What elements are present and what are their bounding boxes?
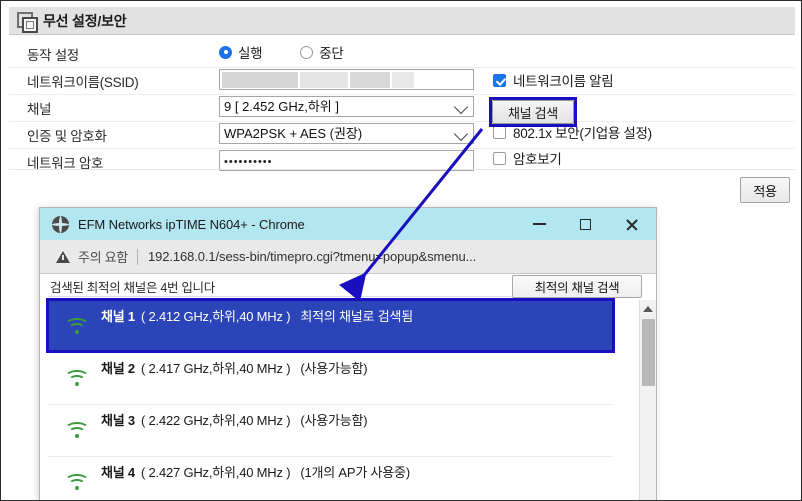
security-warning-text: 주의 요함 xyxy=(78,250,128,265)
channel-list-item[interactable]: 채널 2 ( 2.417 GHz,하위,40 MHz ) (사용가능함) xyxy=(48,353,613,405)
radio-stop[interactable] xyxy=(300,45,314,59)
checkbox-row-ssid-broadcast[interactable]: 네트워크이름 알림 xyxy=(493,67,793,93)
password-field-wrap: •••••••••• xyxy=(219,150,474,171)
label-encryption: 인증 및 암호화 xyxy=(27,129,107,144)
panel-header: 무선 설정/보안 xyxy=(9,7,795,35)
page-title: 무선 설정/보안 xyxy=(43,12,127,29)
checkbox-ssid-broadcast-label: 네트워크이름 알림 xyxy=(513,74,614,89)
window-controls xyxy=(516,208,654,240)
channel-status: (1개의 AP가 사용중) xyxy=(300,465,410,480)
password-input[interactable]: •••••••••• xyxy=(219,150,474,171)
label-channel: 채널 xyxy=(27,102,52,117)
channel-list-item[interactable]: 채널 3 ( 2.422 GHz,하위,40 MHz ) (사용가능함) xyxy=(48,405,613,457)
close-button[interactable] xyxy=(608,208,654,240)
chrome-popup-window: EFM Networks ipTIME N604+ - Chrome 주의 요함… xyxy=(39,207,657,500)
encryption-select-value: WPA2PSK + AES (권장) xyxy=(224,126,363,141)
channel-freq: ( 2.417 GHz,하위,40 MHz ) xyxy=(140,361,291,376)
channel-select-value: 9 [ 2.452 GHz,하위 ] xyxy=(224,99,339,114)
channel-name: 채널 2 xyxy=(101,361,135,376)
radio-run[interactable] xyxy=(219,45,232,59)
channel-select[interactable]: 9 [ 2.452 GHz,하위 ] xyxy=(219,96,474,117)
apply-button[interactable]: 적용 xyxy=(740,177,790,203)
ssid-input[interactable] xyxy=(219,69,474,90)
form-divider xyxy=(9,169,795,170)
radio-stop-label: 중단 xyxy=(319,46,344,61)
wifi-icon xyxy=(64,474,90,494)
chrome-titlebar: EFM Networks ipTIME N604+ - Chrome xyxy=(40,208,656,240)
omnibox-separator xyxy=(136,248,138,265)
maximize-button[interactable] xyxy=(562,208,608,240)
wifi-icon xyxy=(64,370,90,390)
checkbox-row-show-password[interactable]: 암호보기 xyxy=(493,145,793,171)
address-bar-url: 192.168.0.1/sess-bin/timepro.cgi?tmenu=p… xyxy=(147,249,477,264)
wifi-icon xyxy=(64,318,90,338)
chevron-down-icon xyxy=(453,126,469,142)
minimize-button[interactable] xyxy=(516,208,562,240)
checkbox-show-password[interactable] xyxy=(493,151,506,165)
operation-radio-group: 실행 중단 xyxy=(219,42,382,62)
chevron-down-icon xyxy=(453,99,469,115)
chrome-window-title: EFM Networks ipTIME N604+ - Chrome xyxy=(78,216,305,232)
checkbox-8021x[interactable] xyxy=(493,125,506,139)
popup-content: 검색된 최적의 채널은 4번 입니다 최적의 채널 검색 채널 1 ( 2.412… xyxy=(40,274,656,500)
channel-list-item[interactable]: 채널 4 ( 2.427 GHz,하위,40 MHz ) (1개의 AP가 사용중) xyxy=(48,457,613,500)
label-ssid: 네트워크이름(SSID) xyxy=(27,75,139,90)
scan-result-note: 검색된 최적의 채널은 4번 입니다 xyxy=(50,281,215,295)
channel-freq: ( 2.427 GHz,하위,40 MHz ) xyxy=(140,465,291,480)
channel-freq: ( 2.422 GHz,하위,40 MHz ) xyxy=(140,413,291,428)
scroll-up-icon[interactable] xyxy=(640,300,656,317)
chrome-omnibox[interactable]: 주의 요함 192.168.0.1/sess-bin/timepro.cgi?t… xyxy=(40,240,656,274)
password-value: •••••••••• xyxy=(224,156,273,168)
globe-icon xyxy=(52,215,69,233)
scrollbar-thumb[interactable] xyxy=(642,319,655,386)
checkbox-show-password-label: 암호보기 xyxy=(513,152,562,167)
encryption-select[interactable]: WPA2PSK + AES (권장) xyxy=(219,123,474,144)
ssid-field-wrap xyxy=(219,69,474,90)
channel-freq: ( 2.412 GHz,하위,40 MHz ) xyxy=(140,309,291,324)
channel-status: (사용가능함) xyxy=(300,413,368,428)
window-copy-icon xyxy=(17,11,38,33)
best-channel-search-button[interactable]: 최적의 채널 검색 xyxy=(512,275,642,298)
channel-status: 최적의 채널로 검색됨 xyxy=(300,309,413,324)
channel-name: 채널 4 xyxy=(101,465,135,480)
label-operation: 동작 설정 xyxy=(27,48,79,63)
channel-name: 채널 3 xyxy=(101,413,135,428)
screenshot-root: 무선 설정/보안 동작 설정 실행 중단 네트워크이름(SSID) 채널 9 [… xyxy=(0,0,802,501)
checkbox-ssid-broadcast[interactable] xyxy=(493,73,506,87)
encryption-select-wrap: WPA2PSK + AES (권장) xyxy=(219,123,474,144)
vertical-scrollbar[interactable] xyxy=(639,300,656,500)
wifi-icon xyxy=(64,422,90,442)
channel-status: (사용가능함) xyxy=(300,361,368,376)
channel-name: 채널 1 xyxy=(101,309,135,324)
warning-triangle-icon xyxy=(56,250,70,263)
channel-list: 채널 1 ( 2.412 GHz,하위,40 MHz ) 최적의 채널로 검색됨 채… xyxy=(48,300,613,500)
channel-select-wrap: 9 [ 2.452 GHz,하위 ] xyxy=(219,96,474,117)
channel-scan-button[interactable]: 채널 검색 xyxy=(492,100,574,124)
channel-list-item[interactable]: 채널 1 ( 2.412 GHz,하위,40 MHz ) 최적의 채널로 검색됨 xyxy=(48,301,613,353)
radio-run-label: 실행 xyxy=(238,46,263,61)
